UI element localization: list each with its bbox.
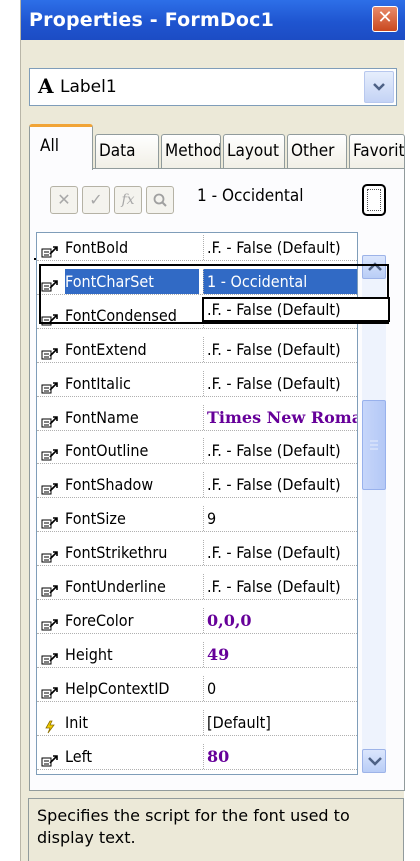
- property-row[interactable]: Left 80: [37, 743, 357, 770]
- property-name: ForeColor: [65, 610, 134, 630]
- grip-icon: [370, 440, 378, 450]
- property-row[interactable]: FontStrikethru .F. - False (Default): [37, 540, 357, 567]
- property-value[interactable]: [Default]: [203, 709, 357, 735]
- property-row[interactable]: FontSize 9: [37, 506, 357, 533]
- property-icon: [41, 241, 59, 258]
- property-name: HelpContextID: [65, 678, 170, 698]
- property-name: Left: [65, 746, 93, 766]
- property-value[interactable]: 0,0,0: [203, 607, 357, 633]
- property-name: FontShadow: [65, 475, 154, 495]
- event-method-icon: [41, 716, 59, 733]
- close-button[interactable]: ✕: [372, 6, 398, 32]
- object-selector[interactable]: A Label1: [29, 68, 397, 106]
- chevron-down-icon: [368, 757, 382, 766]
- vertical-scrollbar[interactable]: [362, 255, 386, 773]
- value-tooltip: .F. - False (Default): [202, 297, 390, 322]
- object-dropdown-button[interactable]: [364, 71, 394, 103]
- tab-strip: All Data Methods Layout Other Favorites: [29, 120, 405, 170]
- description-text: Specifies the script for the font used t…: [37, 806, 350, 847]
- property-value[interactable]: Times New Roman: [203, 404, 357, 430]
- property-name: FontOutline: [65, 441, 149, 461]
- property-row[interactable]: FontCharSet 1 - Occidental: [37, 268, 357, 295]
- property-row[interactable]: FontOutline .F. - False (Default): [37, 438, 357, 465]
- property-value[interactable]: .F. - False (Default): [203, 472, 357, 498]
- property-name: FontStrikethru: [65, 543, 168, 563]
- function-button[interactable]: fx: [114, 186, 142, 214]
- property-value[interactable]: .F. - False (Default): [203, 235, 357, 260]
- property-value[interactable]: .F. - False (Default): [203, 370, 357, 396]
- builder-button[interactable]: [362, 184, 386, 216]
- property-name: FontExtend: [65, 339, 147, 359]
- property-value[interactable]: .F. - False (Default): [203, 574, 357, 599]
- property-name: FontCharSet: [65, 268, 199, 294]
- property-row[interactable]: FontExtend .F. - False (Default): [37, 336, 357, 363]
- property-icon: [41, 309, 59, 326]
- object-selector-value: Label1: [60, 77, 117, 97]
- property-row[interactable]: FontBold .F. - False (Default): [37, 235, 357, 261]
- property-row[interactable]: HelpContextID 0: [37, 675, 357, 702]
- property-name: FontName: [65, 407, 139, 427]
- property-value[interactable]: .F. - False (Default): [203, 336, 357, 362]
- property-icon: [41, 614, 59, 631]
- tab-favorites[interactable]: Favorites: [349, 134, 405, 168]
- property-icon: [41, 750, 59, 766]
- property-icon: [41, 343, 59, 360]
- property-name: Init: [65, 712, 89, 732]
- property-row[interactable]: FontShadow .F. - False (Default): [37, 472, 357, 499]
- property-name: FontItalic: [65, 373, 131, 393]
- tab-methods[interactable]: Methods: [161, 134, 221, 168]
- title-bar[interactable]: Properties - FormDoc1 ✕: [21, 0, 405, 40]
- property-value[interactable]: .F. - False (Default): [203, 540, 357, 566]
- zoom-icon: [153, 193, 167, 207]
- property-icon: [41, 275, 59, 292]
- accept-button[interactable]: ✓: [82, 186, 110, 214]
- tab-other[interactable]: Other: [287, 134, 347, 168]
- property-row[interactable]: Height 49: [37, 641, 357, 668]
- property-name: Height: [65, 644, 113, 664]
- label-object-icon: A: [38, 74, 54, 98]
- property-row[interactable]: FontName Times New Roman: [37, 404, 357, 431]
- property-icon: [41, 546, 59, 563]
- property-icon: [41, 580, 59, 597]
- property-icon: [41, 648, 59, 665]
- property-value[interactable]: 49: [203, 641, 357, 667]
- property-name: FontBold: [65, 238, 129, 257]
- chevron-up-icon: [368, 262, 382, 271]
- property-value[interactable]: 0: [203, 675, 357, 701]
- property-value[interactable]: 80: [203, 743, 357, 769]
- tab-layout[interactable]: Layout: [223, 134, 285, 168]
- current-value-display: 1 - Occidental: [197, 186, 304, 206]
- description-pane: Specifies the script for the font used t…: [28, 798, 404, 861]
- property-value[interactable]: 1 - Occidental: [203, 268, 357, 294]
- property-name: FontUnderline: [65, 577, 166, 596]
- zoom-button[interactable]: [146, 186, 174, 214]
- property-icon: [41, 478, 59, 495]
- property-row[interactable]: FontUnderline .F. - False (Default): [37, 574, 357, 600]
- tab-all[interactable]: All: [29, 124, 93, 170]
- property-value[interactable]: .F. - False (Default): [203, 438, 357, 464]
- window-title: Properties - FormDoc1: [29, 9, 275, 31]
- tab-data[interactable]: Data: [95, 134, 159, 168]
- property-icon: [41, 411, 59, 427]
- property-value[interactable]: 9: [203, 506, 357, 532]
- cancel-button[interactable]: ✕: [50, 186, 78, 214]
- scroll-up-button[interactable]: [362, 255, 386, 279]
- property-row[interactable]: FontItalic .F. - False (Default): [37, 370, 357, 397]
- scroll-down-button[interactable]: [362, 749, 386, 773]
- property-name: FontCondensed: [65, 305, 177, 325]
- chevron-down-icon: [373, 83, 385, 91]
- property-icon: [41, 377, 59, 394]
- property-icon: [41, 512, 59, 529]
- property-name: FontSize: [65, 509, 126, 529]
- property-icon: [41, 444, 59, 461]
- property-row[interactable]: Init [Default]: [37, 709, 357, 736]
- scroll-thumb[interactable]: [362, 400, 386, 490]
- property-icon: [41, 682, 59, 699]
- property-row[interactable]: ForeColor 0,0,0: [37, 607, 357, 634]
